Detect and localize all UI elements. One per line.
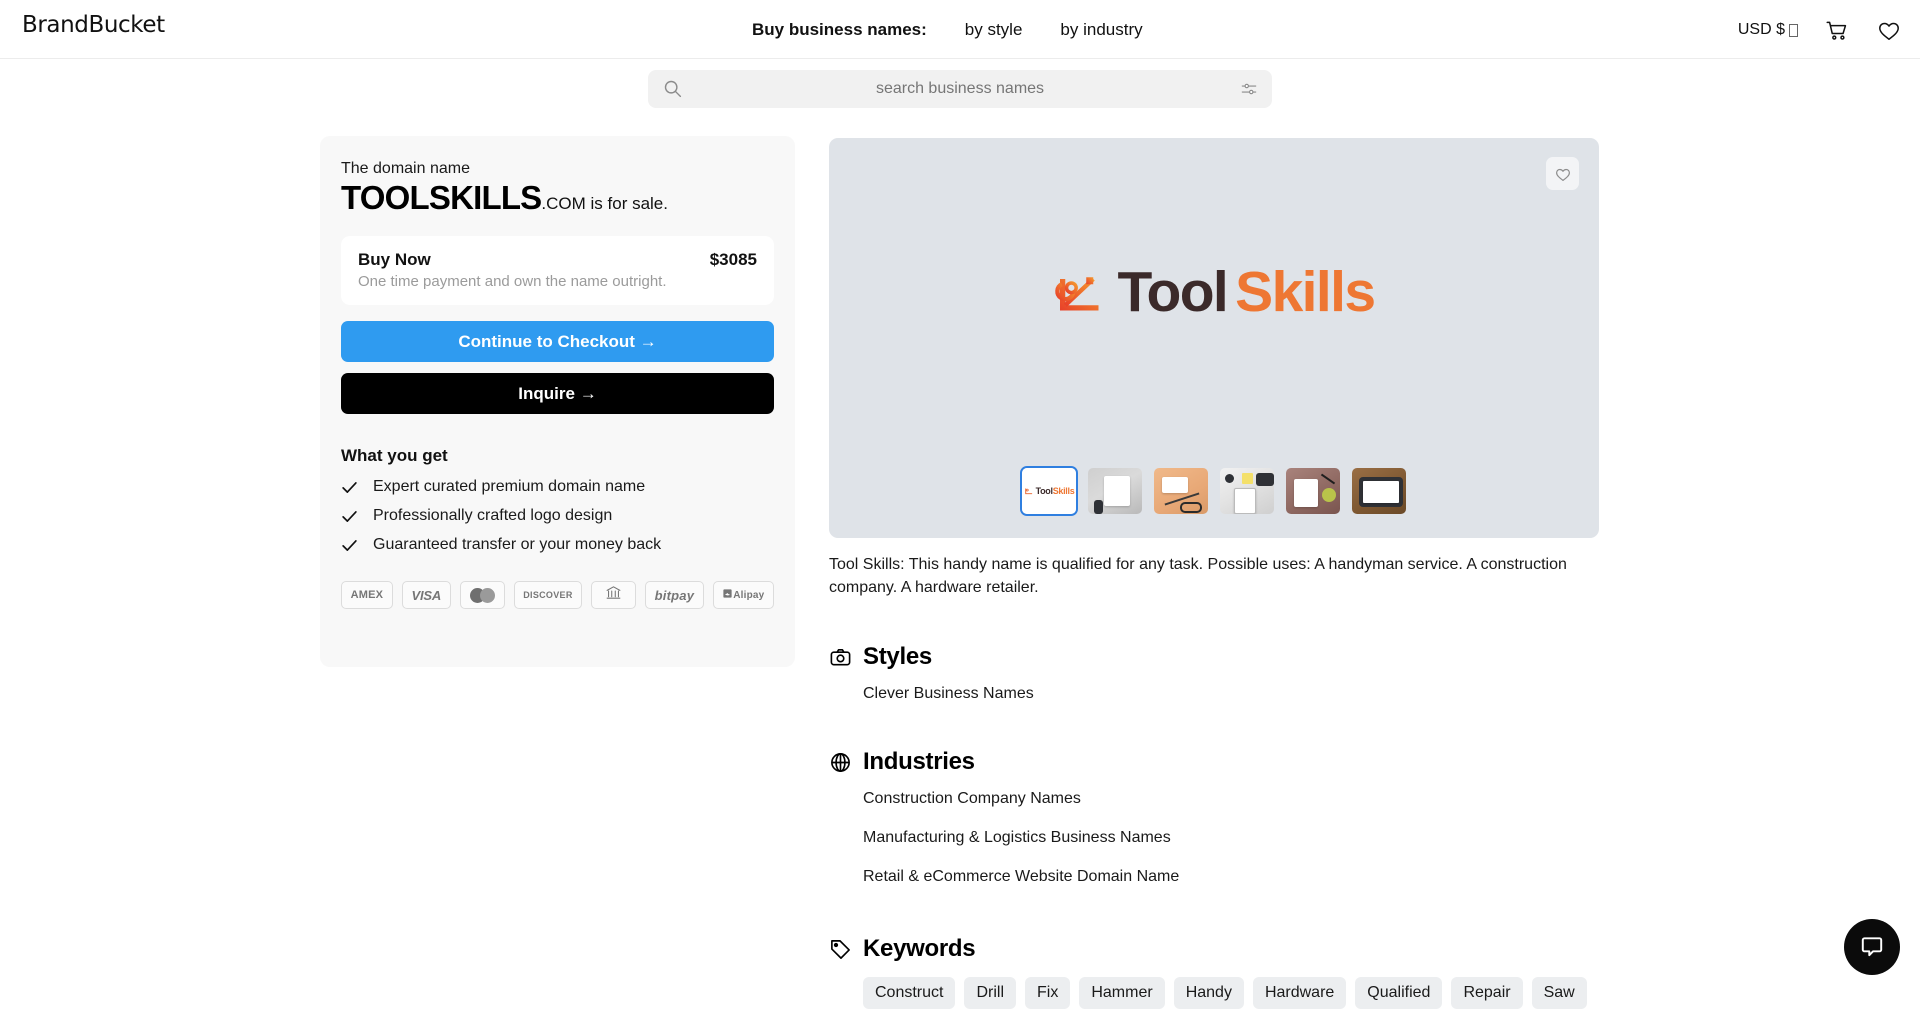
name-description: Tool Skills: This handy name is qualifie… — [829, 554, 1591, 599]
benefit-item: Guaranteed transfer or your money back — [341, 533, 774, 557]
site-header: BrandBucket Buy business names: by style… — [0, 0, 1920, 59]
search-icon — [662, 78, 683, 99]
industries-section: Industries Construction Company Names Ma… — [829, 748, 1599, 886]
thumbnail-strip: ToolSkills — [829, 466, 1599, 516]
keyword-chip[interactable]: Drill — [964, 977, 1016, 1009]
keyword-chip[interactable]: Hammer — [1079, 977, 1164, 1009]
chat-widget-button[interactable] — [1844, 919, 1900, 975]
bank-icon — [605, 584, 622, 606]
payment-badge-alipay: Alipay — [713, 581, 774, 609]
currency-label: USD $ — [1738, 21, 1785, 39]
keywords-title: Keywords — [863, 935, 975, 963]
thumbnail-mockup-notebook[interactable] — [1218, 466, 1276, 516]
brand-logo-preview: ToolSkills — [829, 264, 1599, 321]
buy-now-title: Buy Now — [358, 250, 431, 270]
chevron-down-icon — [1789, 24, 1798, 37]
payment-badge-discover: DISCOVER — [514, 581, 582, 609]
thumbnail-mockup-desk-gray[interactable] — [1086, 466, 1144, 516]
keywords-section: Keywords Construct Drill Fix Hammer Hand… — [829, 935, 1599, 1009]
benefit-label: Guaranteed transfer or your money back — [373, 536, 661, 554]
thumbnail-logo[interactable]: ToolSkills — [1020, 466, 1078, 516]
hero-preview: ToolSkills ToolSkills — [829, 138, 1599, 538]
thumb-logo-word-2: Skills — [1053, 486, 1075, 496]
search-placeholder: search business names — [648, 80, 1272, 98]
continue-to-checkout-button[interactable]: Continue to Checkout → — [341, 321, 774, 362]
benefit-label: Professionally crafted logo design — [373, 507, 612, 525]
check-icon — [341, 537, 358, 554]
domain-name: TOOLSKILLS — [341, 179, 541, 216]
payment-badge-visa: VISA — [402, 581, 451, 609]
check-icon — [341, 479, 358, 496]
nav-by-industry[interactable]: by industry — [1060, 20, 1142, 40]
search-area: search business names — [648, 59, 1272, 119]
currency-selector[interactable]: USD $ — [1738, 21, 1798, 39]
keyword-chip[interactable]: Handy — [1174, 977, 1244, 1009]
filter-sliders-icon[interactable] — [1240, 80, 1258, 98]
benefit-item: Professionally crafted logo design — [341, 504, 774, 528]
keyword-chip[interactable]: Fix — [1025, 977, 1070, 1009]
buy-now-card[interactable]: Buy Now $3085 One time payment and own t… — [341, 236, 774, 305]
what-you-get-title: What you get — [341, 446, 774, 466]
keyword-chip[interactable]: Qualified — [1355, 977, 1442, 1009]
payment-badge-amex: AMEX — [341, 581, 393, 609]
thumb-logo-word-1: Tool — [1036, 486, 1053, 496]
main-navigation: Buy business names: by style by industry — [752, 0, 1143, 59]
logo-word-primary: Tool — [1117, 264, 1227, 321]
style-item[interactable]: Clever Business Names — [863, 685, 1599, 703]
payment-label: DISCOVER — [523, 590, 572, 600]
check-icon — [341, 508, 358, 525]
cart-icon[interactable] — [1824, 17, 1850, 43]
camera-icon — [829, 646, 852, 669]
keyword-chip[interactable]: Hardware — [1253, 977, 1346, 1009]
benefit-item: Expert curated premium domain name — [341, 475, 774, 499]
nav-lead-label: Buy business names: — [752, 20, 927, 40]
thumbnail-mockup-card-tan[interactable] — [1152, 466, 1210, 516]
payment-badge-mastercard — [460, 581, 505, 609]
keyword-chip[interactable]: Saw — [1532, 977, 1587, 1009]
industry-item[interactable]: Retail & eCommerce Website Domain Name — [863, 868, 1599, 886]
inquire-button[interactable]: Inquire → — [341, 373, 774, 414]
keyword-chip[interactable]: Repair — [1451, 977, 1522, 1009]
payment-methods: AMEX VISA DISCOVER bitpay Alipay — [341, 581, 774, 609]
payment-label: bitpay — [655, 588, 694, 603]
buy-now-price: $3085 — [710, 250, 757, 270]
industry-item[interactable]: Manufacturing & Logistics Business Names — [863, 829, 1599, 847]
industry-item[interactable]: Construction Company Names — [863, 790, 1599, 808]
domain-kicker: The domain name — [341, 160, 774, 178]
styles-title: Styles — [863, 643, 932, 671]
wishlist-heart-icon[interactable] — [1876, 17, 1902, 43]
thumbnail-mockup-wood-desk[interactable] — [1284, 466, 1342, 516]
thumbnail-mockup-tablet[interactable] — [1350, 466, 1408, 516]
search-input[interactable]: search business names — [648, 70, 1272, 108]
mastercard-icon — [470, 588, 495, 603]
styles-section: Styles Clever Business Names — [829, 643, 1599, 703]
domain-headline: TOOLSKILLS.COM is for sale. — [341, 181, 774, 214]
payment-badge-bank-transfer — [591, 581, 636, 609]
heart-icon — [1554, 165, 1572, 183]
industries-title: Industries — [863, 748, 975, 776]
buy-now-subtitle: One time payment and own the name outrig… — [358, 273, 757, 290]
wrench-tool-icon — [1053, 265, 1109, 321]
header-actions: USD $ — [1738, 0, 1902, 59]
payment-badge-bitpay: bitpay — [645, 581, 704, 609]
globe-icon — [829, 751, 852, 774]
chat-bubble-icon — [1859, 934, 1885, 960]
favorite-button[interactable] — [1546, 157, 1579, 190]
purchase-panel: The domain name TOOLSKILLS.COM is for sa… — [320, 136, 795, 667]
payment-label: AMEX — [351, 589, 384, 601]
nav-by-style[interactable]: by style — [965, 20, 1023, 40]
payment-label: Alipay — [733, 590, 764, 601]
alipay-icon — [722, 586, 733, 604]
payment-label: VISA — [412, 588, 442, 603]
logo-word-accent: Skills — [1235, 264, 1374, 321]
tag-icon — [829, 938, 852, 961]
benefit-label: Expert curated premium domain name — [373, 478, 645, 496]
keyword-list: Construct Drill Fix Hammer Handy Hardwar… — [863, 977, 1599, 1009]
keyword-chip[interactable]: Construct — [863, 977, 955, 1009]
brandbucket-logo[interactable]: BrandBucket — [22, 12, 165, 38]
domain-tld: .COM is for sale. — [541, 194, 668, 213]
wrench-tool-icon — [1024, 486, 1034, 496]
